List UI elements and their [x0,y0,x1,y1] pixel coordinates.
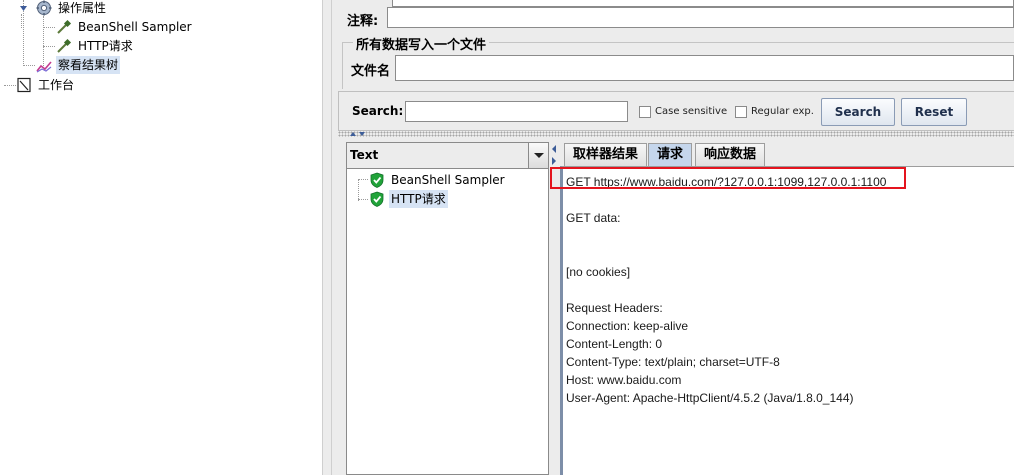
request-text-line: Content-Length: 0 [566,337,663,351]
request-text-line: Connection: keep-alive [566,319,689,333]
tree-connector [43,27,55,28]
tree-item-label: HTTP请求 [78,39,133,53]
sample-label: HTTP请求 [389,190,448,208]
request-text-line: Content-Type: text/plain; charset=UTF-8 [566,355,780,369]
success-shield-icon [370,172,384,188]
test-plan-tree: 操作属性 BeanShell Sampler HTTP请求 察看结果树 工作台 [0,0,322,475]
request-text-line: User-Agent: Apache-HttpClient/4.5.2 (Jav… [566,391,854,405]
regex-checkbox[interactable] [735,106,747,118]
regex-label: Regular exp. [751,106,814,117]
reset-button[interactable]: Reset [901,98,967,126]
pane-splitter[interactable] [322,0,332,475]
case-sensitive-label: Case sensitive [655,106,728,117]
pipette-icon [57,38,72,53]
view-results-tree-panel: 注释: 所有数据写入一个文件 文件名 Search: Case sensitiv… [332,0,1014,475]
tree-item-label: 操作属性 [58,1,107,15]
tree-connector [358,179,359,201]
tree-connector [358,199,368,200]
sample-label: BeanShell Sampler [391,173,505,187]
chevron-down-icon [534,153,544,158]
workbench-icon [17,77,31,93]
tab-request[interactable]: 请求 [648,143,693,166]
tree-item-label: 工作台 [38,78,75,92]
search-input[interactable] [405,101,628,122]
tab-sampler-result[interactable]: 取样器结果 [564,143,648,166]
request-text-line: Request Headers: [566,301,663,315]
case-sensitive-checkbox[interactable] [639,106,651,118]
tab-response-data[interactable]: 响应数据 [695,143,766,166]
tree-connector [4,85,16,86]
file-group-title: 所有数据写入一个文件 [353,34,490,53]
gear-icon [36,0,52,16]
tree-connector [43,46,55,47]
tree-connector [21,14,22,28]
sample-results-list: Text BeanShell Sampler HTTP请求 [346,142,549,475]
collapse-toggle-icon[interactable] [19,4,28,13]
search-label: Search: [352,104,404,118]
request-text-line: [no cookies] [566,265,631,279]
success-shield-icon [370,191,384,207]
name-field[interactable] [392,0,1014,7]
request-text-line: Host: www.baidu.com [566,373,682,387]
filename-field[interactable] [395,55,1014,81]
tree-connector [23,65,35,66]
vertical-splitter[interactable] [549,142,560,475]
renderer-dropdown-button[interactable] [528,143,548,168]
tree-item-label: BeanShell Sampler [78,20,192,34]
renderer-select[interactable]: Text [347,143,548,169]
request-text-area[interactable]: GET https://www.baidu.com/?127.0.0.1:109… [560,166,1014,475]
filename-label: 文件名 [351,64,391,79]
splitter-arrows-icon[interactable] [349,130,369,138]
graph-icon [36,61,52,73]
annotation-highlight-box [550,167,906,189]
tree-connector [358,179,368,180]
pipette-icon [57,19,72,34]
comments-field[interactable] [387,7,1014,28]
search-button[interactable]: Search [821,98,895,126]
tree-item-label: 察看结果树 [56,56,121,74]
horizontal-splitter[interactable] [338,131,1014,137]
splitter-arrows-icon[interactable] [550,144,558,166]
sample-detail-panel: 取样器结果 请求 响应数据 GET https://www.baidu.com/… [560,142,1014,475]
renderer-value: Text [350,148,379,162]
search-bar: Search: Case sensitive Regular exp. Sear… [338,91,1014,131]
request-text-line: GET data: [566,211,621,225]
comments-label: 注释: [347,14,379,29]
